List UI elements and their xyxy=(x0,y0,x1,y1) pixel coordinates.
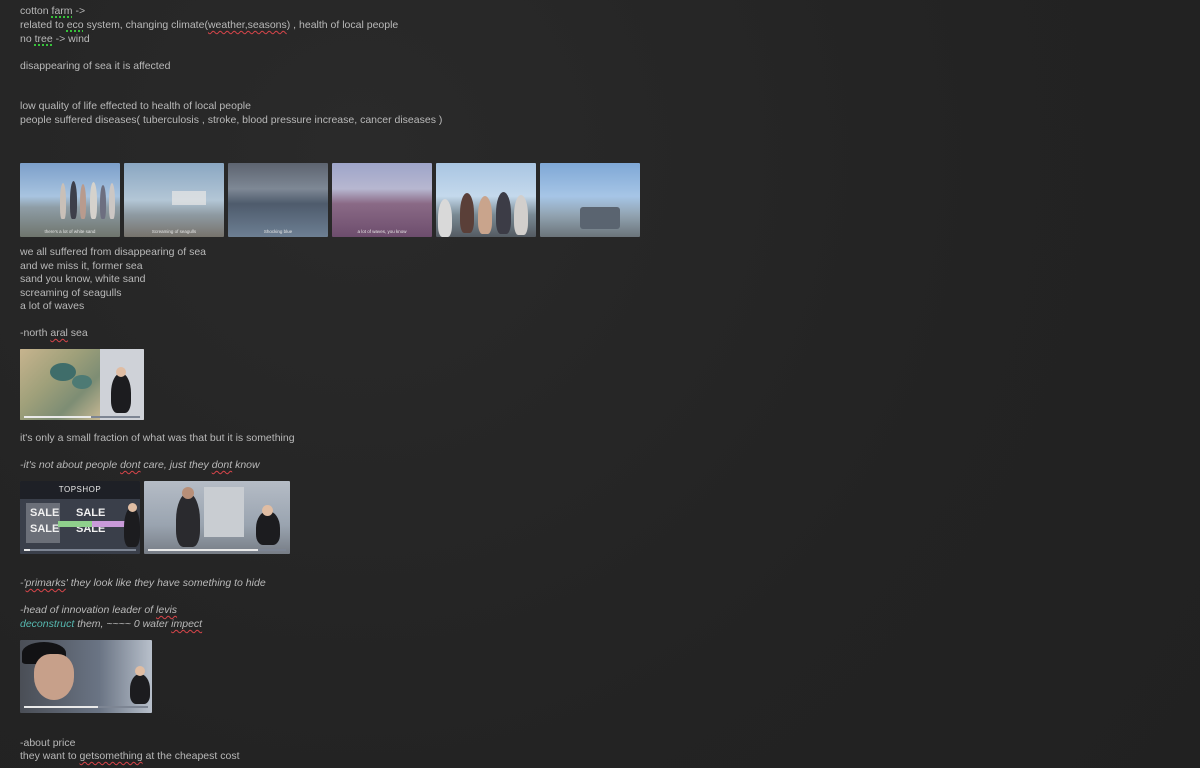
sale-banner-green xyxy=(58,521,92,527)
thumbnail-caption: a lot of waves, you know xyxy=(357,229,407,234)
note-line-cheapest-cost: they want to getsomething at the cheapes… xyxy=(20,750,240,762)
thumbnail-caption: Screaming of seagulls xyxy=(151,229,197,234)
person-figure xyxy=(438,199,452,237)
note-line-diseases: people suffered diseases( tuberculosis ,… xyxy=(20,114,443,126)
note-line-low-quality: low quality of life effected to health o… xyxy=(20,100,251,112)
note-line-miss-it: and we miss it, former sea xyxy=(20,260,143,272)
sale-text: SALE xyxy=(30,507,60,519)
thumbnail-caption: there's a lot of white sand xyxy=(44,229,96,234)
video-progress-bar[interactable] xyxy=(24,706,148,708)
image-thumbnail-5[interactable] xyxy=(436,163,536,237)
signer-face xyxy=(135,666,145,676)
signer-figure xyxy=(111,373,131,413)
lake-shape xyxy=(72,375,92,389)
note-line-white-sand: sand you know, white sand xyxy=(20,273,146,285)
building-facade xyxy=(204,487,244,537)
interviewee-face xyxy=(34,654,74,700)
thumbnail-caption: Shocking blue xyxy=(263,229,293,234)
walker-face xyxy=(182,487,194,499)
image-thumbnail-2[interactable]: Screaming of seagulls xyxy=(124,163,224,237)
note-line-primarks: -'primarks' they look like they have som… xyxy=(20,577,266,589)
video-thumbnail-interview[interactable] xyxy=(20,640,152,713)
note-line-no-tree: no tree -> wind xyxy=(20,33,90,45)
deconstruct-link[interactable]: deconstruct xyxy=(20,618,74,630)
note-line-suffered: we all suffered from disappearing of sea xyxy=(20,246,206,258)
person-figure xyxy=(100,185,106,219)
person-figure xyxy=(109,183,115,219)
image-thumbnail-1[interactable]: there's a lot of white sand xyxy=(20,163,120,237)
note-line-deconstruct: deconstruct them, ~~~~ 0 water impect xyxy=(20,618,203,630)
video-thumbnail-aral-map[interactable] xyxy=(20,349,144,420)
person-figure xyxy=(478,196,492,234)
video-progress-bar[interactable] xyxy=(24,416,140,418)
signer-figure xyxy=(256,511,280,545)
video-thumbnail-street[interactable] xyxy=(144,481,290,554)
person-figure xyxy=(514,195,528,235)
signer-figure xyxy=(130,674,150,704)
image-thumbnail-3[interactable]: Shocking blue xyxy=(228,163,328,237)
boat-deck xyxy=(580,207,620,229)
sale-text: SALE xyxy=(76,507,106,519)
person-figure xyxy=(60,183,66,219)
image-thumbnail-6[interactable] xyxy=(540,163,640,237)
signer-face xyxy=(262,505,273,516)
video-thumbnail-topshop[interactable]: TOPSHOP SALE SALE SALE SALE xyxy=(20,481,140,554)
image-thumbnail-4[interactable]: a lot of waves, you know xyxy=(332,163,432,237)
signer-face xyxy=(116,367,126,377)
note-line-north-aral: -north aral sea xyxy=(20,327,88,339)
note-line-seagulls: screaming of seagulls xyxy=(20,287,122,299)
note-line-small-fraction: it's only a small fraction of what was t… xyxy=(20,432,295,444)
video-progress-bar[interactable] xyxy=(24,549,136,551)
note-line-dont-care: -it's not about people dont care, just t… xyxy=(20,459,260,471)
note-line-cotton-farm: cotton farm -> xyxy=(20,5,86,17)
note-line-levis: -head of innovation leader of levis xyxy=(20,604,178,616)
note-line-about-price: -about price xyxy=(20,737,76,749)
person-figure xyxy=(496,192,511,234)
note-line-eco-system: related to eco system, changing climate(… xyxy=(20,19,399,31)
seagull-flock xyxy=(172,191,206,205)
person-figure xyxy=(460,193,474,233)
note-line-waves: a lot of waves xyxy=(20,300,85,312)
topshop-sign-text: TOPSHOP xyxy=(58,485,102,494)
person-figure xyxy=(80,184,86,219)
signer-face xyxy=(128,503,137,512)
signer-figure xyxy=(124,507,140,547)
person-figure xyxy=(70,181,77,219)
walker-figure xyxy=(176,493,200,547)
person-figure xyxy=(90,182,97,219)
video-progress-bar[interactable] xyxy=(148,549,286,551)
sale-text: SALE xyxy=(30,523,60,535)
sale-banner-purple xyxy=(92,521,126,527)
note-line-disappearing-sea: disappearing of sea it is affected xyxy=(20,60,171,72)
